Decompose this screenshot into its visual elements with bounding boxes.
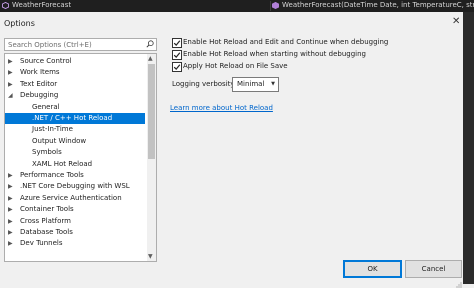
scroll-down-icon[interactable]: ▼ bbox=[148, 253, 153, 260]
logging-verbosity-label: Logging verbosity bbox=[172, 80, 235, 88]
expand-arrow-icon[interactable]: ▶ bbox=[8, 56, 13, 67]
tree-item[interactable]: Symbols bbox=[5, 147, 145, 158]
tree-item-label: Container Tools bbox=[20, 205, 74, 214]
tree-item[interactable]: ▶ Work Items bbox=[5, 67, 145, 78]
expand-arrow-icon[interactable]: ▶ bbox=[8, 170, 13, 181]
tab-left[interactable]: WeatherForecast bbox=[2, 1, 71, 9]
chevron-down-icon: ▼ bbox=[271, 81, 275, 87]
expand-arrow-icon[interactable]: ▶ bbox=[8, 238, 13, 249]
expand-arrow-icon[interactable]: ▶ bbox=[8, 181, 13, 192]
tree-item-label: Performance Tools bbox=[20, 171, 84, 179]
expand-arrow-icon[interactable]: ▶ bbox=[8, 216, 13, 227]
close-icon[interactable]: ✕ bbox=[452, 16, 460, 27]
tree-scrollbar[interactable]: ▲ ▼ bbox=[147, 54, 156, 261]
dialog-title: Options bbox=[4, 19, 35, 28]
tree-item[interactable]: ▶ Performance Tools bbox=[5, 170, 145, 181]
tree-item-label: .NET / C++ Hot Reload bbox=[32, 114, 113, 122]
option-label: Enable Hot Reload when starting without … bbox=[183, 50, 366, 58]
tree-item[interactable]: ▶ Dev Tunnels bbox=[5, 238, 145, 249]
tree-item[interactable]: .NET / C++ Hot Reload bbox=[5, 113, 145, 124]
options-tree[interactable]: ▶ Source Control ▶ Work Items ▶ Text Editor ◢ D… bbox=[4, 53, 157, 262]
options-dialog: Options ✕ Search Options (Ctrl+E) ▶ Sourc… bbox=[0, 12, 463, 288]
tree-item-label: Work Items bbox=[20, 68, 60, 77]
search-icon bbox=[146, 40, 154, 48]
tree-item-label: Text Editor bbox=[20, 79, 58, 88]
tree-item[interactable]: General bbox=[5, 102, 145, 113]
tree-item-label: Database Tools bbox=[20, 228, 73, 236]
search-input[interactable]: Search Options (Ctrl+E) bbox=[4, 38, 157, 51]
tree-item-label: General bbox=[32, 102, 60, 111]
tree-item[interactable]: XAML Hot Reload bbox=[5, 159, 145, 170]
method-icon bbox=[272, 1, 279, 9]
expand-arrow-icon[interactable]: ▶ bbox=[8, 193, 13, 204]
tree-item[interactable]: ◢ Debugging bbox=[5, 90, 145, 101]
tree-item[interactable]: ▶ Azure Service Authentication bbox=[5, 193, 145, 204]
cancel-button[interactable]: Cancel bbox=[405, 260, 462, 278]
scroll-up-icon[interactable]: ▲ bbox=[148, 55, 153, 62]
expand-arrow-icon[interactable]: ▶ bbox=[8, 67, 13, 78]
tree-item-label: Symbols bbox=[32, 148, 62, 157]
tree-item[interactable]: ▶ Text Editor bbox=[5, 79, 145, 90]
logging-verbosity-select[interactable]: Minimal ▼ bbox=[232, 77, 279, 92]
expand-arrow-icon[interactable]: ▶ bbox=[8, 79, 13, 90]
tree-item-label: XAML Hot Reload bbox=[32, 159, 93, 168]
tree-item[interactable]: ▶ Container Tools bbox=[5, 204, 145, 215]
check-icon bbox=[173, 52, 181, 58]
option-label: Enable Hot Reload and Edit and Continue … bbox=[183, 38, 389, 46]
class-icon bbox=[2, 1, 9, 9]
tree-item-label: Dev Tunnels bbox=[20, 239, 63, 248]
check-icon bbox=[173, 64, 181, 70]
expand-arrow-icon[interactable]: ▶ bbox=[8, 204, 13, 215]
tree-item[interactable]: ▶ Database Tools bbox=[5, 227, 145, 238]
tree-item[interactable]: ▶ .NET Core Debugging with WSL bbox=[5, 181, 145, 192]
tree-item-label: Output Window bbox=[32, 136, 87, 145]
ok-button[interactable]: OK bbox=[343, 260, 402, 278]
tree-item-label: Azure Service Authentication bbox=[20, 193, 122, 202]
tree-item-label: Debugging bbox=[20, 91, 59, 100]
tab-left-label: WeatherForecast bbox=[12, 1, 72, 9]
tree-item-label: Source Control bbox=[20, 57, 72, 65]
select-value: Minimal bbox=[237, 80, 265, 88]
background-window bbox=[463, 12, 474, 284]
checkbox[interactable] bbox=[172, 50, 182, 60]
tab-right[interactable]: WeatherForecast(DateTime Date, int Tempe… bbox=[272, 1, 474, 9]
resize-grip-icon[interactable] bbox=[456, 282, 462, 288]
scroll-thumb[interactable] bbox=[148, 64, 155, 159]
expand-arrow-icon[interactable]: ▶ bbox=[8, 227, 13, 238]
tree-item[interactable]: Output Window bbox=[5, 136, 145, 147]
option-label: Apply Hot Reload on File Save bbox=[183, 62, 288, 70]
tree-item[interactable]: ▶ Source Control bbox=[5, 56, 145, 67]
ide-title-bar: WeatherForecast WeatherForecast(DateTime… bbox=[0, 0, 474, 12]
tree-item-label: Just-In-Time bbox=[32, 125, 73, 134]
learn-more-link[interactable]: Learn more about Hot Reload bbox=[170, 104, 273, 112]
collapse-arrow-icon[interactable]: ◢ bbox=[8, 90, 13, 101]
search-placeholder: Search Options (Ctrl+E) bbox=[8, 41, 92, 49]
checkbox[interactable] bbox=[172, 38, 182, 48]
tree-item-label: Cross Platform bbox=[20, 216, 71, 225]
checkbox[interactable] bbox=[172, 62, 182, 72]
check-icon bbox=[173, 40, 181, 46]
tree-item[interactable]: ▶ Cross Platform bbox=[5, 216, 145, 227]
tree-item[interactable]: Just-In-Time bbox=[5, 124, 145, 135]
divider bbox=[270, 1, 271, 11]
tree-item-label: .NET Core Debugging with WSL bbox=[20, 182, 130, 191]
tab-right-label: WeatherForecast(DateTime Date, int Tempe… bbox=[282, 1, 474, 9]
